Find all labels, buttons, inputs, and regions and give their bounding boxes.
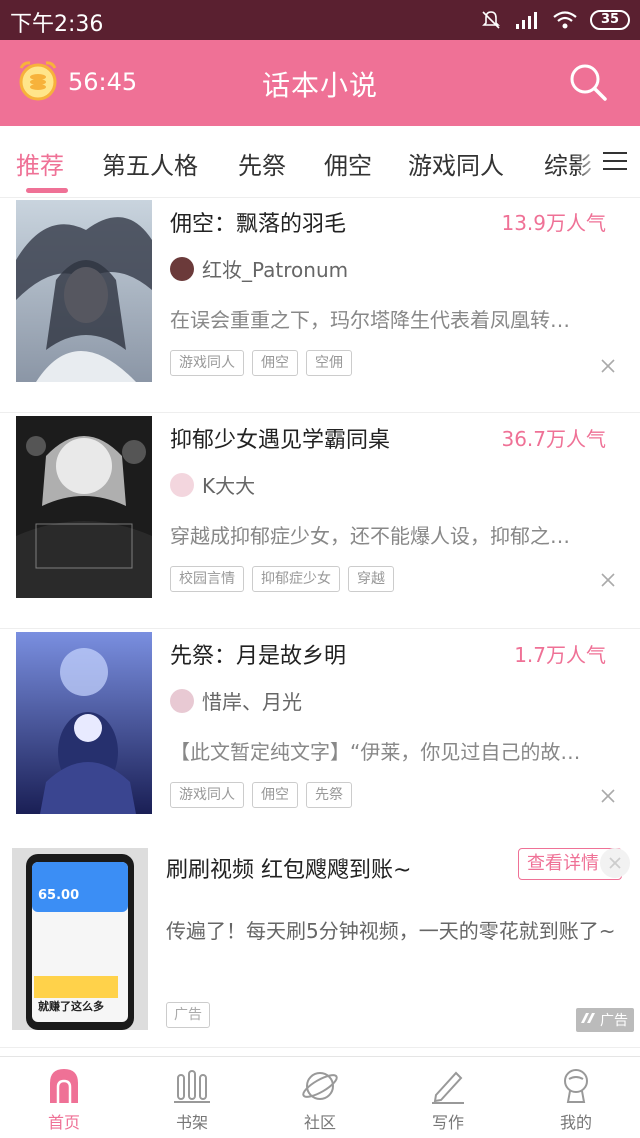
- search-icon[interactable]: [568, 62, 608, 102]
- author-name: 红妆_Patronum: [202, 258, 349, 282]
- status-icons: 35: [480, 8, 630, 32]
- tab-game-fanfic[interactable]: 游戏同人: [408, 146, 504, 181]
- ad-image: 65.00 就赚了这么多: [12, 848, 148, 1030]
- author-name: 惜岸、月光: [202, 690, 302, 714]
- ad-description: 传遍了！每天刷5分钟视频，一天的零花就到账了~: [166, 919, 616, 943]
- mute-bell-icon: [482, 11, 500, 29]
- ad-tag: 广告: [166, 1002, 210, 1028]
- author-avatar: [170, 256, 194, 281]
- bottom-nav: 首页 书架 社区 写作 我的: [0, 1056, 640, 1138]
- book-author[interactable]: 红妆_Patronum: [170, 254, 348, 283]
- book-title[interactable]: 先祭：月是故乡明: [170, 638, 346, 670]
- book-title[interactable]: 佣空：飘落的羽毛: [170, 206, 346, 238]
- book-tag[interactable]: 游戏同人: [170, 782, 244, 808]
- book-tag[interactable]: 校园言情: [170, 566, 244, 592]
- book-item[interactable]: 抑郁少女遇见学霸同桌 36.7万人气 K大大 穿越成抑郁症少女，还不能爆人设，抑…: [0, 414, 640, 629]
- app-title: 话本小说: [261, 69, 378, 102]
- book-title[interactable]: 抑郁少女遇见学霸同桌: [170, 422, 390, 454]
- author-avatar: [170, 688, 194, 713]
- book-tag[interactable]: 佣空: [252, 782, 298, 808]
- book-description: 【此文暂定纯文字】“伊莱，你见过自己的故…: [170, 740, 581, 764]
- book-popularity: 1.7万人气: [514, 643, 606, 667]
- nav-write-label: 写作: [431, 1113, 464, 1132]
- book-cover-image: [16, 632, 152, 814]
- book-tag[interactable]: 先祭: [306, 782, 352, 808]
- tab-xianji[interactable]: 先祭: [238, 146, 286, 181]
- book-tag[interactable]: 穿越: [348, 566, 394, 592]
- pen-icon: [432, 1071, 464, 1104]
- tab-recommend[interactable]: 推荐: [16, 146, 64, 181]
- ad-image-amount: 65.00: [38, 888, 80, 903]
- book-popularity: 36.7万人气: [501, 427, 606, 451]
- tab-identity-v[interactable]: 第五人格: [102, 146, 198, 181]
- dismiss-icon[interactable]: [600, 788, 616, 804]
- book-item[interactable]: 佣空：飘落的羽毛 13.9万人气 红妆_Patronum 在误会重重之下，玛尔塔…: [0, 198, 640, 413]
- book-tag[interactable]: 游戏同人: [170, 350, 244, 376]
- status-bar: 下午2:36 35: [0, 0, 640, 40]
- book-author[interactable]: K大大: [170, 470, 255, 499]
- ad-card[interactable]: 65.00 就赚了这么多 刷刷视频 红包飕飕到账~ 查看详情 传遍了！每天刷5分…: [0, 830, 640, 1048]
- book-item[interactable]: 先祭：月是故乡明 1.7万人气 惜岸、月光 【此文暂定纯文字】“伊莱，你见过自己…: [0, 630, 640, 845]
- signal-icon: [516, 12, 537, 29]
- book-tags: 游戏同人 佣空 空佣: [170, 350, 352, 376]
- book-tags: 游戏同人 佣空 先祭: [170, 782, 352, 808]
- wifi-icon: [553, 11, 577, 29]
- author-avatar: [170, 472, 194, 497]
- nav-home-label: 首页: [47, 1113, 80, 1132]
- nav-community-label: 社区: [303, 1113, 336, 1132]
- home-icon: [50, 1069, 78, 1103]
- book-tag[interactable]: 佣空: [252, 350, 298, 376]
- book-tags: 校园言情 抑郁症少女 穿越: [170, 566, 394, 592]
- dismiss-icon[interactable]: [600, 572, 616, 588]
- ad-title[interactable]: 刷刷视频 红包飕飕到账~: [166, 852, 411, 884]
- author-name: K大大: [202, 474, 256, 498]
- nav-profile-label: 我的: [559, 1113, 592, 1132]
- profile-icon: [564, 1069, 588, 1103]
- book-cover-image: [16, 200, 152, 382]
- close-icon: [609, 857, 621, 869]
- ad-logo-icon: [581, 1013, 595, 1023]
- nav-write[interactable]: 写作: [384, 1065, 512, 1133]
- book-description: 穿越成抑郁症少女，还不能爆人设，抑郁之…: [170, 524, 570, 548]
- app-header: 56:45 话本小说: [0, 40, 640, 126]
- ad-mark: 广告: [576, 1008, 634, 1032]
- ad-mark-label: 广告: [600, 1013, 628, 1029]
- book-tag[interactable]: 抑郁症少女: [252, 566, 340, 592]
- dismiss-icon[interactable]: [600, 358, 616, 374]
- book-author[interactable]: 惜岸、月光: [170, 686, 302, 715]
- battery-indicator: 35: [590, 10, 630, 30]
- menu-icon[interactable]: [602, 150, 628, 172]
- nav-bookshelf-label: 书架: [175, 1113, 208, 1132]
- ad-image-caption: 就赚了这么多: [38, 1000, 104, 1013]
- nav-home[interactable]: 首页: [0, 1065, 128, 1133]
- nav-bookshelf[interactable]: 书架: [128, 1065, 256, 1133]
- ad-close-button[interactable]: [600, 848, 630, 878]
- nav-community[interactable]: 社区: [256, 1065, 384, 1133]
- bookshelf-icon: [174, 1070, 210, 1103]
- book-cover-image: [16, 416, 152, 598]
- status-time: 下午2:36: [10, 12, 104, 37]
- book-description: 在误会重重之下，玛尔塔降生代表着凤凰转…: [170, 308, 570, 332]
- nav-profile[interactable]: 我的: [512, 1065, 640, 1133]
- active-tab-indicator: [26, 188, 68, 193]
- book-tag[interactable]: 空佣: [306, 350, 352, 376]
- book-popularity: 13.9万人气: [501, 211, 606, 235]
- planet-icon: [302, 1072, 338, 1100]
- category-tabs: 推荐 第五人格 先祭 佣空 游戏同人 综影: [0, 126, 640, 198]
- tab-yongkong[interactable]: 佣空: [324, 146, 372, 181]
